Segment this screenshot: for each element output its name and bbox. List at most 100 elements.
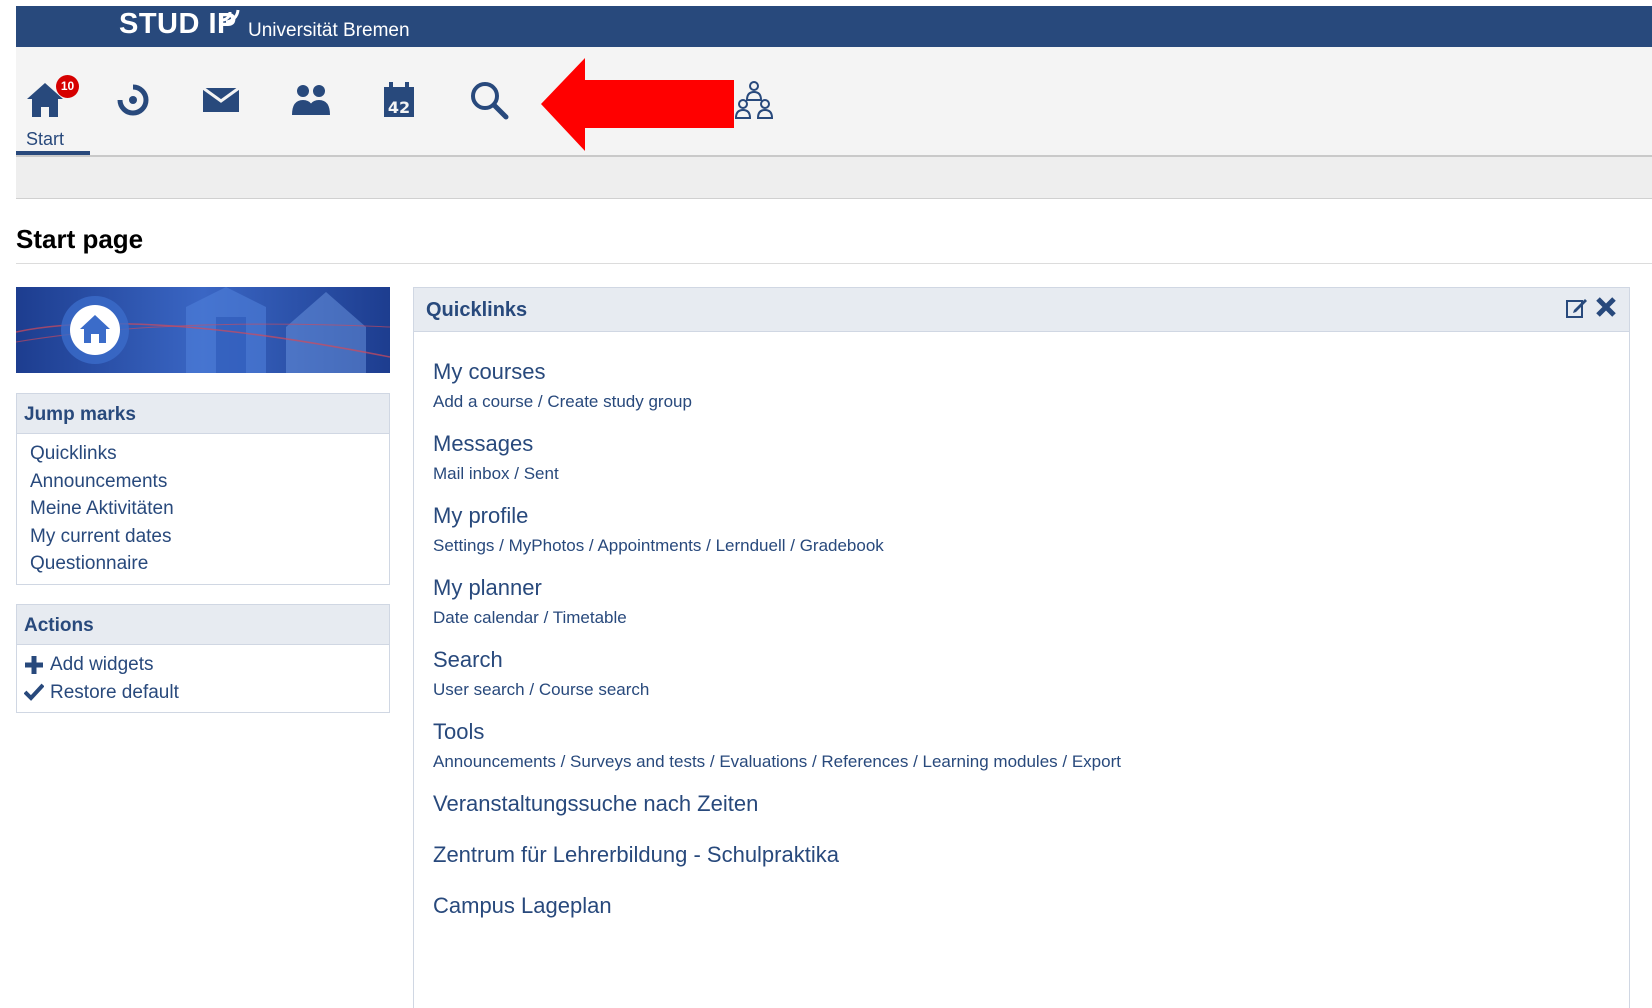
quicklink-sublink[interactable]: Course search: [539, 680, 650, 699]
quicklink-sublink[interactable]: Date calendar: [433, 608, 539, 627]
logo-signal-icon: [221, 9, 240, 24]
quicklink-title[interactable]: Zentrum für Lehrerbildung - Schulpraktik…: [433, 841, 1629, 869]
jump-mark-current-dates[interactable]: My current dates: [30, 523, 376, 551]
link-separator: /: [908, 752, 923, 771]
quicklink-sublink[interactable]: Learning modules: [923, 752, 1058, 771]
restore-default-action[interactable]: Restore default: [24, 679, 376, 707]
quicklink-sublink[interactable]: Surveys and tests: [570, 752, 705, 771]
quicklink-sublinks: User search / Course search: [433, 678, 1629, 702]
nav-activity[interactable]: [110, 77, 156, 123]
nav-search[interactable]: [466, 77, 512, 123]
quicklink-sublinks: Date calendar / Timetable: [433, 606, 1629, 630]
quicklink-sublink[interactable]: Add a course: [433, 392, 533, 411]
mail-icon: [202, 86, 240, 112]
notification-badge[interactable]: 10: [56, 75, 79, 98]
checkmark-icon: [24, 683, 44, 702]
nav-start-label[interactable]: Start: [26, 129, 64, 150]
quicklink-sublinks: Mail inbox / Sent: [433, 462, 1629, 486]
nav-active-indicator: [16, 151, 90, 155]
link-separator: /: [807, 752, 822, 771]
quicklink-sublink[interactable]: Announcements: [433, 752, 556, 771]
university-name: Universität Bremen: [248, 20, 410, 41]
actions-heading: Actions: [17, 605, 389, 645]
quicklink-sublink[interactable]: Lernduell: [716, 536, 786, 555]
jump-mark-questionnaire[interactable]: Questionnaire: [30, 550, 376, 578]
community-icon: [292, 85, 330, 115]
nav-messages[interactable]: [198, 77, 244, 123]
quicklink-group: Search User search / Course search: [433, 646, 1629, 702]
quicklink-title[interactable]: My profile: [433, 502, 1629, 530]
quicklink-sublink[interactable]: User search: [433, 680, 525, 699]
edit-icon[interactable]: [1565, 296, 1589, 320]
quicklink-title[interactable]: Search: [433, 646, 1629, 674]
quicklink-sublinks: Settings / MyPhotos / Appointments / Ler…: [433, 534, 1629, 558]
quicklink-group: Zentrum für Lehrerbildung - Schulpraktik…: [433, 841, 1629, 869]
link-separator: /: [494, 536, 509, 555]
svg-text:42: 42: [388, 98, 410, 117]
sidebar-banner: [16, 287, 390, 373]
link-separator: /: [1057, 752, 1072, 771]
add-widgets-action[interactable]: Add widgets: [24, 651, 376, 679]
search-icon: [471, 82, 509, 120]
link-separator: /: [533, 392, 548, 411]
quicklink-sublink[interactable]: Settings: [433, 536, 494, 555]
jump-mark-quicklinks[interactable]: Quicklinks: [30, 440, 376, 468]
widget-tools: [1565, 296, 1617, 320]
quicklink-title[interactable]: Campus Lageplan: [433, 892, 1629, 920]
jump-marks-heading: Jump marks: [17, 394, 389, 434]
quicklinks-header: Quicklinks: [414, 288, 1629, 332]
red-annotation-arrow: [541, 58, 734, 151]
quicklink-sublink[interactable]: Gradebook: [800, 536, 884, 555]
quicklink-sublinks: Announcements / Surveys and tests / Eval…: [433, 750, 1629, 774]
link-separator: /: [538, 608, 553, 627]
jump-mark-announcements[interactable]: Announcements: [30, 468, 376, 496]
add-widgets-label: Add widgets: [50, 654, 154, 675]
activity-icon: [117, 84, 149, 116]
jump-marks-box: Jump marks Quicklinks Announcements Mein…: [16, 393, 390, 585]
link-separator: /: [555, 752, 571, 771]
group-icon: [734, 81, 774, 119]
title-divider: [16, 263, 1652, 264]
link-separator: /: [705, 752, 720, 771]
quicklink-sublink[interactable]: References: [821, 752, 908, 771]
banner-image: [16, 287, 390, 373]
restore-default-label: Restore default: [50, 681, 179, 703]
quicklinks-title: Quicklinks: [426, 299, 528, 321]
quicklink-sublink[interactable]: Mail inbox: [433, 464, 510, 483]
quicklink-sublink[interactable]: Evaluations: [719, 752, 807, 771]
main-navigation: 10 Start 42: [16, 47, 1652, 157]
close-icon[interactable]: [1595, 296, 1617, 318]
top-brand-bar: STUD IP Universität Bremen: [16, 6, 1652, 47]
nav-community[interactable]: [288, 77, 334, 123]
quicklink-group: Messages Mail inbox / Sent: [433, 430, 1629, 486]
quicklink-group: Veranstaltungssuche nach Zeiten: [433, 790, 1629, 818]
quicklink-title[interactable]: Tools: [433, 718, 1629, 746]
quicklinks-list: My courses Add a course / Create study gr…: [414, 332, 1629, 920]
quicklink-title[interactable]: Veranstaltungssuche nach Zeiten: [433, 790, 1629, 818]
nav-groups[interactable]: [731, 77, 777, 123]
quicklink-group: Tools Announcements / Surveys and tests /…: [433, 718, 1629, 774]
actions-box: Actions Add widgets Restore default: [16, 604, 390, 713]
quicklink-title[interactable]: My planner: [433, 574, 1629, 602]
quicklink-title[interactable]: Messages: [433, 430, 1629, 458]
quicklink-group: My courses Add a course / Create study gr…: [433, 358, 1629, 414]
nav-calendar[interactable]: 42: [376, 77, 422, 123]
calendar-icon: 42: [384, 82, 414, 117]
quicklink-group: My profile Settings / MyPhotos / Appointm…: [433, 502, 1629, 558]
quicklink-sublink[interactable]: Appointments: [597, 536, 701, 555]
jump-mark-activities[interactable]: Meine Aktivitäten: [30, 495, 376, 523]
plus-icon: [25, 655, 43, 674]
quicklinks-widget: Quicklinks My courses Add a course / Crea…: [413, 287, 1630, 1008]
quicklink-group: Campus Lageplan: [433, 892, 1629, 920]
sub-navigation-bar: [16, 157, 1652, 199]
link-separator: /: [524, 680, 539, 699]
quicklink-sublink[interactable]: Sent: [524, 464, 559, 483]
quicklink-title[interactable]: My courses: [433, 358, 1629, 386]
page-title: Start page: [16, 224, 144, 254]
link-separator: /: [701, 536, 716, 555]
quicklink-sublink[interactable]: Timetable: [553, 608, 627, 627]
quicklink-sublink[interactable]: MyPhotos: [509, 536, 585, 555]
quicklink-sublink[interactable]: Create study group: [547, 392, 692, 411]
link-separator: /: [785, 536, 800, 555]
quicklink-sublink[interactable]: Export: [1072, 752, 1121, 771]
